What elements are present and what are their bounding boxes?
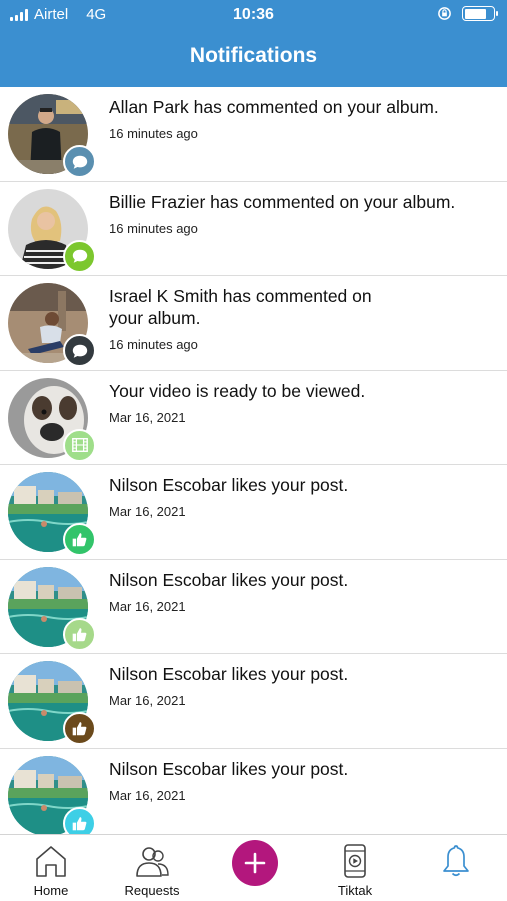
comment-icon xyxy=(72,344,87,358)
notification-row[interactable]: Your video is ready to be viewed. Mar 16… xyxy=(0,371,507,465)
tab-notifications[interactable] xyxy=(411,835,501,901)
tab-requests-label: Requests xyxy=(124,883,180,898)
notification-time: Mar 16, 2021 xyxy=(109,409,186,425)
notification-row[interactable]: Allan Park has commented on your album. … xyxy=(0,87,507,182)
notification-time: Mar 16, 2021 xyxy=(109,504,186,519)
like-badge xyxy=(63,617,96,651)
status-right xyxy=(437,6,498,21)
notification-time: 16 minutes ago xyxy=(109,220,198,236)
app-header: Airtel 4G 10:36 Notifications xyxy=(0,0,507,87)
home-icon xyxy=(36,846,66,877)
notification-message: Allan Park has commented on your album. xyxy=(109,97,439,117)
orientation-lock-icon xyxy=(438,7,451,20)
bell-icon xyxy=(443,845,469,877)
tab-home-label: Home xyxy=(33,883,69,898)
tab-tiktak-label: Tiktak xyxy=(337,883,373,898)
like-badge xyxy=(63,712,96,745)
notification-message: Nilson Escobar likes your post. xyxy=(109,475,349,495)
thumbs-up-icon xyxy=(72,627,87,641)
comment-badge xyxy=(63,334,96,367)
comment-badge xyxy=(63,239,96,273)
tab-tiktak[interactable]: Tiktak xyxy=(310,835,400,901)
thumbs-up-icon xyxy=(72,722,87,736)
tab-home[interactable]: Home xyxy=(6,835,96,901)
notification-time: Mar 16, 2021 xyxy=(109,693,186,708)
battery-icon xyxy=(462,6,498,21)
notification-message: Nilson Escobar likes your post. xyxy=(109,758,349,779)
notification-time: Mar 16, 2021 xyxy=(109,787,186,803)
video-phone-icon xyxy=(344,844,366,878)
like-badge xyxy=(63,523,96,556)
status-bar: Airtel 4G 10:36 xyxy=(0,0,507,30)
notification-message: Nilson Escobar likes your post. xyxy=(109,569,349,590)
notification-row[interactable]: Israel K Smith has commented on your alb… xyxy=(0,276,507,371)
notification-time: 16 minutes ago xyxy=(109,337,198,352)
status-time: 10:36 xyxy=(233,6,274,23)
like-badge xyxy=(63,806,96,834)
notification-message: Israel K Smith has commented on your alb… xyxy=(109,286,372,328)
film-icon xyxy=(71,437,88,453)
comment-icon xyxy=(72,249,87,263)
page-title: Notifications xyxy=(189,44,318,67)
add-button[interactable] xyxy=(232,840,278,886)
notification-message: Billie Frazier has commented on your alb… xyxy=(109,191,456,212)
people-icon xyxy=(136,847,169,877)
notification-list[interactable]: Allan Park has commented on your album. … xyxy=(0,87,507,834)
thumbs-up-icon xyxy=(72,533,87,547)
tab-requests[interactable]: Requests xyxy=(107,835,197,901)
comment-icon xyxy=(72,155,87,169)
notification-message: Your video is ready to be viewed. xyxy=(109,380,366,401)
plus-icon xyxy=(244,852,266,874)
notification-row[interactable]: Nilson Escobar likes your post. Mar 16, … xyxy=(0,749,507,834)
film-badge xyxy=(63,428,96,462)
notification-time: Mar 16, 2021 xyxy=(109,598,186,614)
comment-badge xyxy=(63,145,96,178)
bottom-tab-bar: Home Requests Tiktak xyxy=(0,834,507,900)
notification-message: Nilson Escobar likes your post. xyxy=(109,664,349,684)
notification-row[interactable]: Nilson Escobar likes your post. Mar 16, … xyxy=(0,560,507,654)
thumbs-up-icon xyxy=(72,816,87,830)
notification-row[interactable]: Nilson Escobar likes your post. Mar 16, … xyxy=(0,654,507,749)
notification-row[interactable]: Nilson Escobar likes your post. Mar 16, … xyxy=(0,465,507,560)
notification-time: 16 minutes ago xyxy=(109,126,198,141)
notification-row[interactable]: Billie Frazier has commented on your alb… xyxy=(0,182,507,276)
